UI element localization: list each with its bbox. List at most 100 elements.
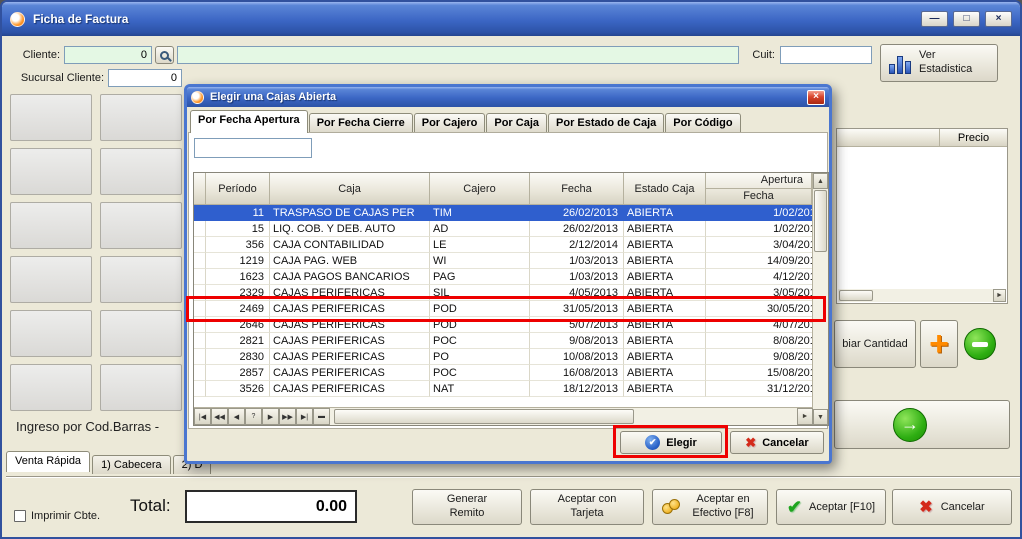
quick-product-button[interactable] bbox=[100, 94, 182, 141]
items-hscroll-thumb[interactable] bbox=[839, 290, 873, 301]
table-row[interactable]: 1219CAJA PAG. WEBWI1/03/2013ABIERTA14/09… bbox=[194, 253, 828, 269]
cambiar-cantidad-button[interactable]: biar Cantidad bbox=[834, 320, 916, 368]
dialog-tab-por-c-digo[interactable]: Por Código bbox=[665, 113, 740, 133]
minimize-button[interactable]: — bbox=[921, 11, 948, 27]
items-hscrollbar[interactable]: ► bbox=[838, 289, 1006, 302]
header-periodo[interactable]: Período bbox=[206, 173, 270, 205]
tab-cabecera[interactable]: 1) Cabecera bbox=[92, 455, 171, 474]
cell-periodo: 2469 bbox=[206, 301, 270, 317]
cell-caja: CAJAS PERIFERICAS bbox=[270, 381, 430, 397]
nav-next-page-button[interactable]: ▶▶ bbox=[279, 408, 296, 425]
cell-cajero: SIL bbox=[430, 285, 530, 301]
tab-venta-rapida[interactable]: Venta Rápida bbox=[6, 451, 90, 472]
dialog-tab-por-fecha-apertura[interactable]: Por Fecha Apertura bbox=[190, 110, 308, 133]
remove-item-button[interactable] bbox=[964, 328, 996, 360]
dialog-tab-por-estado-de-caja[interactable]: Por Estado de Caja bbox=[548, 113, 664, 133]
hscroll-thumb[interactable] bbox=[334, 409, 634, 424]
vscroll-down-icon[interactable]: ▼ bbox=[813, 409, 828, 425]
table-row[interactable]: 2857CAJAS PERIFERICASPOC16/08/2013ABIERT… bbox=[194, 365, 828, 381]
cell-apertura: 8/08/2013 bbox=[706, 333, 828, 349]
quick-product-button[interactable] bbox=[10, 94, 92, 141]
dialog-close-button[interactable]: × bbox=[807, 90, 825, 105]
grid-hscrollbar[interactable] bbox=[330, 408, 797, 425]
nav-prior-button[interactable]: ◀ bbox=[228, 408, 245, 425]
quick-product-button[interactable] bbox=[100, 364, 182, 411]
nav-prior-page-button[interactable]: ◀◀ bbox=[211, 408, 228, 425]
dialog-cancelar-button[interactable]: ✖ Cancelar bbox=[730, 431, 824, 454]
table-row[interactable]: 11TRASPASO DE CAJAS PERTIM26/02/2013ABIE… bbox=[194, 205, 828, 221]
plus-icon: + bbox=[929, 327, 949, 361]
quick-product-button[interactable] bbox=[100, 202, 182, 249]
quick-product-button[interactable] bbox=[10, 364, 92, 411]
cliente-code-input[interactable] bbox=[64, 46, 152, 64]
table-row[interactable]: 1623CAJA PAGOS BANCARIOSPAG1/03/2013ABIE… bbox=[194, 269, 828, 285]
grid-bottom-bar: |◀◀◀◀?▶▶▶▶|▬ ► bbox=[194, 407, 813, 425]
generar-remito-label: Generar Remito bbox=[438, 493, 496, 521]
table-row[interactable]: 2329CAJAS PERIFERICASSIL4/05/2013ABIERTA… bbox=[194, 285, 828, 301]
table-row[interactable]: 2830CAJAS PERIFERICASPO10/08/2013ABIERTA… bbox=[194, 349, 828, 365]
header-fecha[interactable]: Fecha bbox=[530, 173, 624, 205]
imprimir-cbte-checkbox[interactable] bbox=[14, 510, 26, 522]
vscroll-up-icon[interactable]: ▲ bbox=[813, 173, 828, 189]
aceptar-efectivo-button[interactable]: Aceptar en Efectivo [F8] bbox=[652, 489, 768, 525]
quick-product-button[interactable] bbox=[100, 256, 182, 303]
add-item-button[interactable]: + bbox=[920, 320, 958, 368]
dialog-tab-por-caja[interactable]: Por Caja bbox=[486, 113, 547, 133]
cell-apertura: 30/05/2013 bbox=[706, 301, 828, 317]
generar-remito-button[interactable]: Generar Remito bbox=[412, 489, 522, 525]
check-icon: ✔ bbox=[787, 497, 802, 518]
sucursal-cliente-input[interactable] bbox=[108, 69, 182, 87]
cajas-table-header: Período Caja Cajero Fecha Estado Caja Ap… bbox=[194, 173, 828, 205]
quick-product-button[interactable] bbox=[100, 148, 182, 195]
cell-cajero: WI bbox=[430, 253, 530, 269]
dialog-search-input[interactable] bbox=[194, 138, 312, 158]
header-cajero[interactable]: Cajero bbox=[430, 173, 530, 205]
cell-caja: CAJAS PERIFERICAS bbox=[270, 301, 430, 317]
cell-periodo: 1219 bbox=[206, 253, 270, 269]
cuit-input[interactable] bbox=[780, 46, 872, 64]
nav-next-button[interactable]: ▶ bbox=[262, 408, 279, 425]
cancelar-button[interactable]: ✖ Cancelar bbox=[892, 489, 1012, 525]
cell-periodo: 11 bbox=[206, 205, 270, 221]
search-client-button[interactable] bbox=[155, 46, 174, 64]
table-row[interactable]: 2469CAJAS PERIFERICASPOD31/05/2013ABIERT… bbox=[194, 301, 828, 317]
dialog-tab-por-cajero[interactable]: Por Cajero bbox=[414, 113, 486, 133]
maximize-button[interactable]: □ bbox=[953, 11, 980, 27]
dialog-titlebar: Elegir una Cajas Abierta × bbox=[187, 87, 829, 107]
nav-edit-button[interactable]: ▬ bbox=[313, 408, 330, 425]
nav-last-button[interactable]: ▶| bbox=[296, 408, 313, 425]
cliente-name-input[interactable] bbox=[177, 46, 739, 64]
table-row[interactable]: 15LIQ. COB. Y DEB. AUTOAD26/02/2013ABIER… bbox=[194, 221, 828, 237]
cell-caja: CAJAS PERIFERICAS bbox=[270, 365, 430, 381]
quick-product-button[interactable] bbox=[10, 148, 92, 195]
ver-estadistica-button[interactable]: Ver Estadistica bbox=[880, 44, 998, 82]
cell-apertura: 9/08/2013 bbox=[706, 349, 828, 365]
cell-apertura: 3/05/2013 bbox=[706, 285, 828, 301]
grid-vscrollbar[interactable]: ▲ ▼ bbox=[812, 173, 828, 425]
header-caja[interactable]: Caja bbox=[270, 173, 430, 205]
header-estado-caja[interactable]: Estado Caja bbox=[624, 173, 706, 205]
quick-product-button[interactable] bbox=[10, 202, 92, 249]
quick-product-button[interactable] bbox=[100, 310, 182, 357]
table-row[interactable]: 356CAJA CONTABILIDADLE2/12/2014ABIERTA3/… bbox=[194, 237, 828, 253]
cell-periodo: 15 bbox=[206, 221, 270, 237]
dialog-tab-por-fecha-cierre[interactable]: Por Fecha Cierre bbox=[309, 113, 413, 133]
items-hscroll-right-icon[interactable]: ► bbox=[993, 289, 1006, 302]
quick-product-button[interactable] bbox=[10, 256, 92, 303]
ficha-de-factura-window: Ficha de Factura —□× Cliente: Cuit: Ver … bbox=[0, 0, 1022, 539]
aceptar-tarjeta-button[interactable]: Aceptar con Tarjeta bbox=[530, 489, 644, 525]
go-button[interactable]: → bbox=[834, 400, 1010, 449]
header-apertura[interactable]: Apertura Fecha bbox=[706, 173, 812, 205]
table-row[interactable]: 3526CAJAS PERIFERICASNAT18/12/2013ABIERT… bbox=[194, 381, 828, 397]
nav-first-button[interactable]: |◀ bbox=[194, 408, 211, 425]
table-row[interactable]: 2646CAJAS PERIFERICASPOD5/07/2013ABIERTA… bbox=[194, 317, 828, 333]
nav-refresh-button[interactable]: ? bbox=[245, 408, 262, 425]
close-button[interactable]: × bbox=[985, 11, 1012, 27]
minus-icon bbox=[964, 328, 996, 360]
hscroll-right-icon[interactable]: ► bbox=[797, 408, 813, 425]
table-row[interactable]: 2821CAJAS PERIFERICASPOC9/08/2013ABIERTA… bbox=[194, 333, 828, 349]
aceptar-f10-button[interactable]: ✔ Aceptar [F10] bbox=[776, 489, 886, 525]
vscroll-thumb[interactable] bbox=[814, 190, 827, 252]
quick-product-button[interactable] bbox=[10, 310, 92, 357]
elegir-button[interactable]: ✔ Elegir bbox=[620, 431, 722, 454]
